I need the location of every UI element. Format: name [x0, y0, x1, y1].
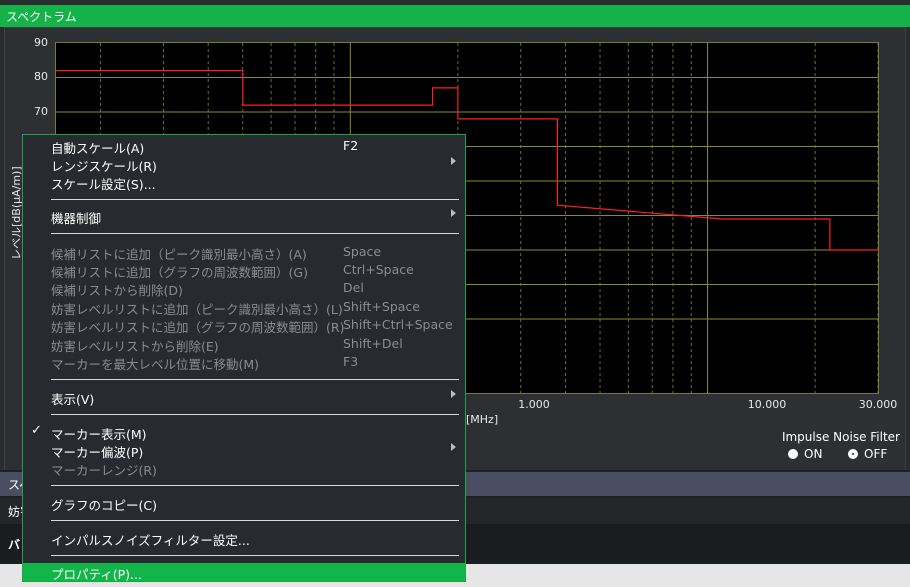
- menu-item-label: プロパティ(P)...: [51, 567, 142, 582]
- menu-item-view[interactable]: 表示(V): [23, 388, 465, 407]
- x-axis-unit: [MHz]: [466, 413, 499, 426]
- menu-item-device-control[interactable]: 機器制御: [23, 207, 465, 226]
- y-tick-label: 70: [34, 105, 48, 118]
- menu-item-shortcut: Ctrl+Space: [343, 262, 414, 277]
- menu-item-label: スケール設定(S)...: [51, 177, 156, 192]
- radio-unselected-icon: [788, 449, 798, 459]
- ipnf-on-label: ON: [804, 447, 823, 461]
- menu-item-remove-candidate[interactable]: 候補リストから削除(D) Del: [23, 279, 465, 298]
- menu-item-label: マーカーを最大レベル位置に移動(M): [51, 357, 260, 372]
- menu-item-shortcut: F2: [343, 138, 359, 153]
- menu-item-shortcut: Shift+Ctrl+Space: [343, 317, 453, 332]
- menu-item-marker-display[interactable]: ✓ マーカー表示(M): [23, 423, 465, 442]
- menu-item-marker-polarization[interactable]: マーカー偏波(P): [23, 441, 465, 460]
- ipnf-on-radio[interactable]: ON: [788, 447, 822, 461]
- submenu-arrow-icon: [451, 209, 456, 217]
- ipnf-off-label: OFF: [864, 447, 888, 461]
- x-tick-label: 30.000: [858, 398, 898, 411]
- menu-separator: [51, 199, 459, 200]
- menu-item-label: 表示(V): [51, 392, 95, 407]
- menu-item-add-candidate-peak[interactable]: 候補リストに追加（ピーク識別最小高さ）(A) Space: [23, 243, 465, 262]
- menu-item-impulse-noise-settings[interactable]: インパルスノイズフィルター設定...: [23, 529, 465, 548]
- radio-selected-icon: [848, 449, 858, 459]
- menu-item-move-marker-max[interactable]: マーカーを最大レベル位置に移動(M) F3: [23, 353, 465, 372]
- menu-item-shortcut: Shift+Space: [343, 299, 420, 314]
- menu-separator: [51, 233, 459, 234]
- submenu-arrow-icon: [451, 157, 456, 165]
- menu-item-label: マーカーレンジ(R): [51, 463, 157, 478]
- menu-item-marker-range[interactable]: マーカーレンジ(R): [23, 459, 465, 478]
- menu-item-add-interference-peak[interactable]: 妨害レベルリストに追加（ピーク識別最小高さ）(L) Shift+Space: [23, 298, 465, 317]
- checkmark-icon: ✓: [31, 423, 42, 438]
- x-tick-label: 1.000: [518, 398, 550, 411]
- submenu-arrow-icon: [451, 443, 456, 451]
- menu-item-shortcut: Space: [343, 244, 382, 259]
- menu-item-shortcut: Del: [343, 280, 364, 295]
- context-menu: 自動スケール(A) F2 レンジスケール(R) スケール設定(S)... 機器制…: [22, 134, 466, 582]
- menu-item-label: 候補リストから削除(D): [51, 283, 183, 298]
- impulse-noise-filter-title: Impulse Noise Filter: [781, 430, 900, 444]
- menu-item-auto-scale[interactable]: 自動スケール(A) F2: [23, 137, 465, 156]
- menu-item-shortcut: Shift+Del: [343, 336, 403, 351]
- menu-separator: [51, 485, 459, 486]
- menu-item-copy-graph[interactable]: グラフのコピー(C): [23, 494, 465, 513]
- menu-item-add-candidate-range[interactable]: 候補リストに追加（グラフの周波数範囲）(G) Ctrl+Space: [23, 261, 465, 280]
- menu-separator: [51, 555, 459, 556]
- ipnf-off-radio[interactable]: OFF: [848, 447, 887, 461]
- menu-separator: [51, 520, 459, 521]
- menu-item-label: 機器制御: [51, 211, 102, 226]
- window-title: スペクトラム: [6, 10, 77, 24]
- menu-item-add-interference-range[interactable]: 妨害レベルリストに追加（グラフの周波数範囲）(R) Shift+Ctrl+Spa…: [23, 316, 465, 335]
- impulse-noise-filter-group: Impulse Noise Filter ON OFF: [760, 430, 900, 461]
- menu-item-range-scale[interactable]: レンジスケール(R): [23, 155, 465, 174]
- y-tick-label: 90: [34, 36, 48, 49]
- menu-item-label: インパルスノイズフィルター設定...: [51, 533, 250, 548]
- menu-separator: [51, 414, 459, 415]
- window-titlebar: スペクトラム: [0, 5, 910, 27]
- menu-item-label: グラフのコピー(C): [51, 498, 157, 513]
- x-tick-label: 10.000: [747, 398, 787, 411]
- submenu-arrow-icon: [451, 390, 456, 398]
- menu-item-shortcut: F3: [343, 354, 359, 369]
- menu-separator: [51, 379, 459, 380]
- menu-item-scale-settings[interactable]: スケール設定(S)...: [23, 173, 465, 192]
- menu-item-remove-interference[interactable]: 妨害レベルリストから削除(E) Shift+Del: [23, 335, 465, 354]
- menu-item-label: 妨害レベルリストに追加（グラフの周波数範囲）(R): [51, 320, 345, 335]
- menu-item-properties[interactable]: プロパティ(P)...: [23, 563, 465, 582]
- y-tick-label: 80: [34, 70, 48, 83]
